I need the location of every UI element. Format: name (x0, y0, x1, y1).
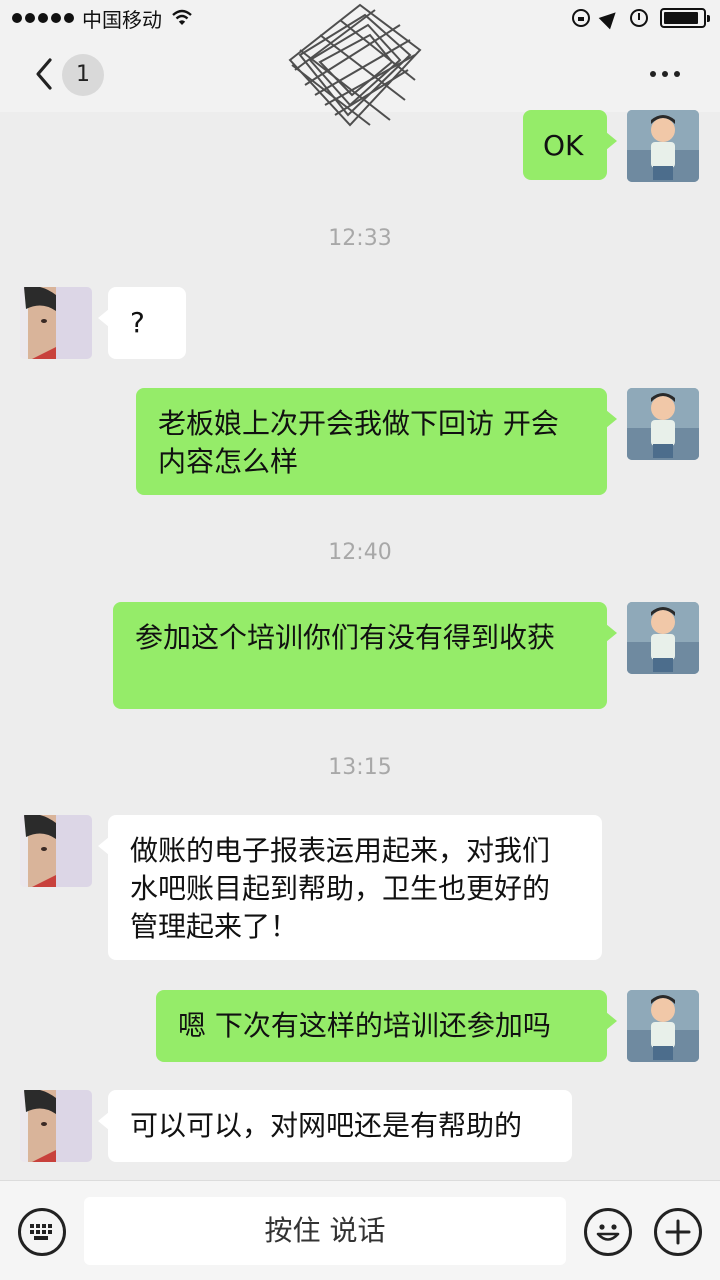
signal-strength-icon (12, 13, 74, 23)
status-left: 中国移动 (12, 6, 192, 32)
my-avatar[interactable] (627, 602, 699, 674)
contact-avatar[interactable] (20, 287, 92, 359)
message-bubble-outgoing[interactable]: OK (523, 110, 617, 180)
timestamp: 12:40 (328, 540, 392, 565)
chat-input-bar: 按住 说话 (0, 1180, 720, 1280)
message-bubble-outgoing[interactable]: 参加这个培训你们有没有得到收获 (113, 602, 617, 709)
more-functions-button[interactable] (654, 1208, 702, 1256)
message-bubble-outgoing[interactable]: 老板娘上次开会我做下回访 开会 内容怎么样 (136, 388, 617, 495)
message-bubble-incoming[interactable]: 可以可以，对网吧还是有帮助的 (98, 1090, 572, 1162)
unread-count-badge[interactable]: 1 (62, 54, 104, 96)
message-bubble-outgoing[interactable]: 嗯 下次有这样的培训还参加吗 (156, 990, 617, 1062)
contact-avatar[interactable] (20, 815, 92, 887)
keyboard-icon (30, 1224, 52, 1240)
my-avatar[interactable] (627, 110, 699, 182)
my-avatar[interactable] (627, 388, 699, 460)
chat-messages: OK 12:33 ? 老板娘上次开会我做下回访 开会 内容怎么样 12:40 参… (0, 110, 720, 1180)
my-avatar[interactable] (627, 990, 699, 1062)
contact-avatar[interactable] (20, 1090, 92, 1162)
child-photo-icon (627, 990, 699, 1062)
location-icon (598, 6, 622, 30)
status-right (572, 6, 710, 30)
contact-photo-icon (20, 287, 92, 359)
contact-photo-icon (20, 815, 92, 887)
battery-fill (664, 12, 699, 24)
contact-photo-icon (20, 1090, 92, 1162)
alarm-icon (630, 9, 648, 27)
child-photo-icon (627, 110, 699, 182)
rotation-lock-icon (572, 9, 590, 27)
message-bubble-incoming[interactable]: 做账的电子报表运用起来，对我们 水吧账目起到帮助，卫生也更好的 管理起来了！ (98, 815, 602, 960)
carrier-label: 中国移动 (82, 7, 162, 32)
chat-header: 1 (0, 3, 720, 127)
timestamp: 12:33 (328, 226, 392, 251)
message-bubble-incoming[interactable]: ? (98, 287, 186, 359)
wifi-icon (172, 9, 192, 25)
plus-icon (665, 1219, 691, 1245)
keyboard-toggle-button[interactable] (18, 1208, 66, 1256)
emoji-button[interactable] (584, 1208, 632, 1256)
child-photo-icon (627, 388, 699, 460)
timestamp: 13:15 (328, 755, 392, 780)
battery-icon (660, 8, 710, 28)
child-photo-icon (627, 602, 699, 674)
hold-to-talk-button[interactable]: 按住 说话 (84, 1197, 566, 1265)
back-chevron-icon[interactable] (30, 56, 60, 92)
smiley-icon (596, 1224, 620, 1241)
more-options-button[interactable] (650, 71, 680, 77)
